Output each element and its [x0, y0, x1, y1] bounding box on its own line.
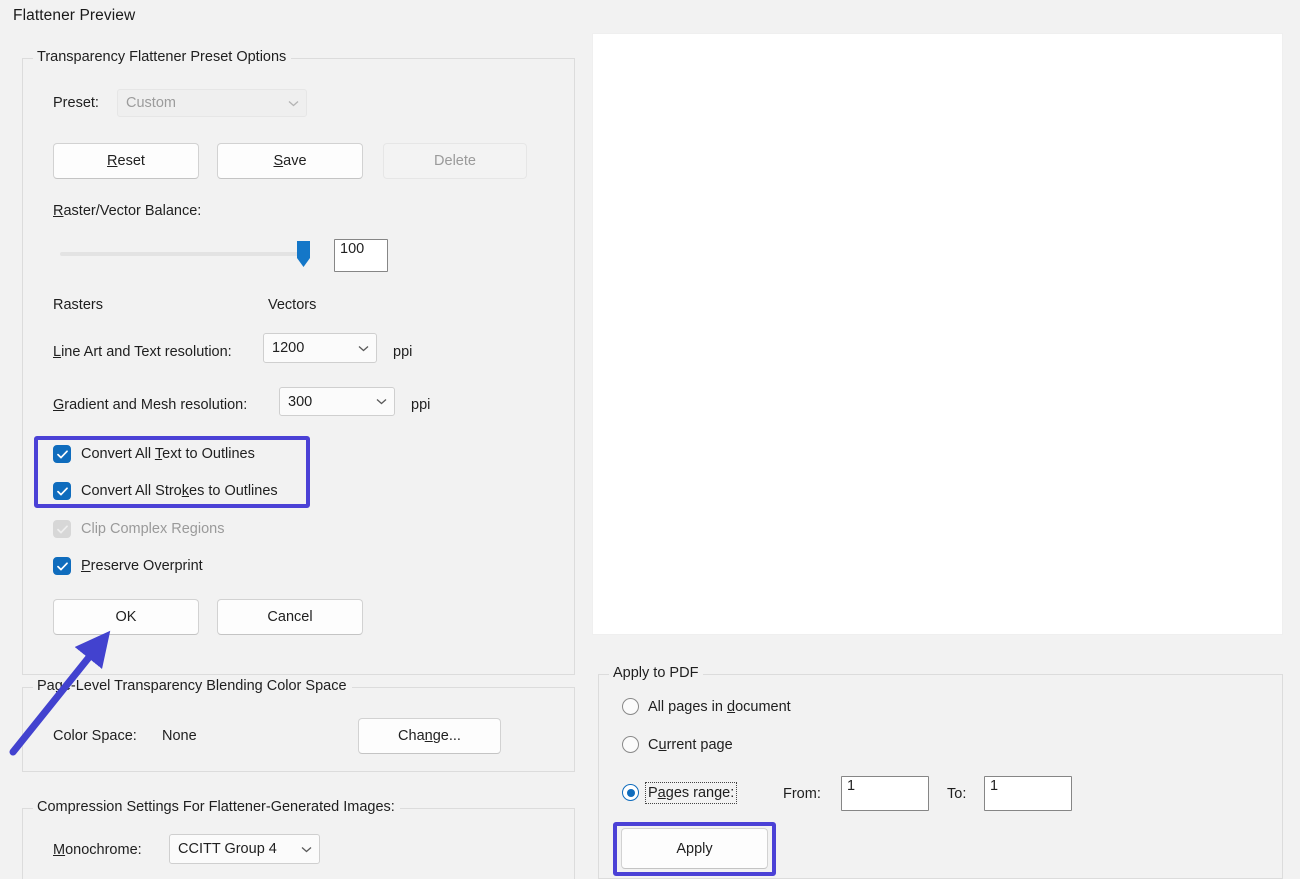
save-button[interactable]: Save	[217, 143, 363, 179]
radio-label: All pages in document	[648, 699, 791, 715]
raster-vector-slider-track[interactable]	[60, 252, 310, 256]
to-page-value: 1	[990, 779, 998, 795]
checkbox-convert-strokes-to-outlines[interactable]: Convert All Strokes to Outlines	[53, 482, 278, 500]
reset-button-label: Reset	[107, 153, 145, 169]
checkbox-label: Convert All Text to Outlines	[81, 446, 255, 462]
from-page-value: 1	[847, 779, 855, 795]
color-space-value: None	[162, 728, 197, 744]
line-art-resolution-dropdown[interactable]: 1200	[263, 333, 377, 363]
checkbox-clip-complex-regions[interactable]: Clip Complex Regions	[53, 520, 224, 538]
monochrome-dropdown[interactable]: CCITT Group 4	[169, 834, 320, 864]
chevron-down-icon	[293, 846, 319, 853]
gradient-mesh-resolution-dropdown[interactable]: 300	[279, 387, 395, 416]
radio-box	[622, 736, 639, 753]
checkbox-box	[53, 482, 71, 500]
radio-current-page[interactable]: Current page	[622, 736, 733, 753]
chevron-down-icon	[350, 345, 376, 352]
window-title: Flattener Preview	[13, 7, 135, 25]
line-art-resolution-unit: ppi	[393, 344, 412, 360]
compression-settings-legend: Compression Settings For Flattener-Gener…	[33, 799, 400, 815]
preset-options-legend: Transparency Flattener Preset Options	[33, 49, 291, 65]
from-label: From:	[783, 786, 821, 802]
apply-button[interactable]: Apply	[621, 828, 768, 869]
preset-label: Preset:	[53, 95, 99, 111]
blending-color-space-legend: Page-Level Transparency Blending Color S…	[33, 678, 352, 694]
preset-dropdown-value: Custom	[118, 95, 280, 111]
flattener-preview-window: Flattener Preview Transparency Flattener…	[0, 0, 1300, 879]
change-color-space-label: Change...	[398, 728, 461, 744]
checkbox-box	[53, 520, 71, 538]
delete-button-label: Delete	[434, 153, 476, 169]
radio-label: Current page	[648, 737, 733, 753]
slider-min-label: Rasters	[53, 297, 103, 313]
radio-box	[622, 784, 639, 801]
checkbox-label: Clip Complex Regions	[81, 521, 224, 537]
apply-to-pdf-legend: Apply to PDF	[609, 665, 703, 681]
checkbox-label: Preserve Overprint	[81, 558, 203, 574]
delete-button[interactable]: Delete	[383, 143, 527, 179]
raster-vector-balance-value: 100	[340, 242, 364, 258]
ok-button-label: OK	[116, 609, 137, 625]
pdf-preview-pane[interactable]	[592, 33, 1283, 635]
gradient-mesh-resolution-label: Gradient and Mesh resolution:	[53, 397, 247, 413]
cancel-button-label: Cancel	[267, 609, 312, 625]
slider-max-label: Vectors	[268, 297, 316, 313]
line-art-resolution-label: Line Art and Text resolution:	[53, 344, 232, 360]
to-page-input[interactable]: 1	[984, 776, 1072, 811]
checkbox-convert-text-to-outlines[interactable]: Convert All Text to Outlines	[53, 445, 255, 463]
checkbox-box	[53, 557, 71, 575]
from-page-input[interactable]: 1	[841, 776, 929, 811]
gradient-mesh-resolution-value: 300	[280, 394, 368, 410]
gradient-mesh-resolution-unit: ppi	[411, 397, 430, 413]
radio-pages-range[interactable]: Pages range:	[622, 784, 734, 801]
checkbox-label: Convert All Strokes to Outlines	[81, 483, 278, 499]
to-label: To:	[947, 786, 966, 802]
raster-vector-slider-thumb[interactable]	[297, 241, 310, 267]
chevron-down-icon	[280, 100, 306, 107]
monochrome-label: Monochrome:	[53, 842, 142, 858]
line-art-resolution-value: 1200	[264, 340, 350, 356]
chevron-down-icon	[368, 398, 394, 405]
raster-vector-balance-input[interactable]: 100	[334, 239, 388, 272]
radio-box	[622, 698, 639, 715]
preset-dropdown[interactable]: Custom	[117, 89, 307, 117]
checkbox-box	[53, 445, 71, 463]
save-button-label: Save	[273, 153, 306, 169]
monochrome-dropdown-value: CCITT Group 4	[170, 841, 293, 857]
ok-button[interactable]: OK	[53, 599, 199, 635]
checkbox-preserve-overprint[interactable]: Preserve Overprint	[53, 557, 203, 575]
cancel-button[interactable]: Cancel	[217, 599, 363, 635]
change-color-space-button[interactable]: Change...	[358, 718, 501, 754]
reset-button[interactable]: Reset	[53, 143, 199, 179]
apply-button-label: Apply	[676, 841, 712, 857]
color-space-label: Color Space:	[53, 728, 137, 744]
raster-vector-balance-label: Raster/Vector Balance:	[53, 203, 201, 219]
radio-all-pages-in-document[interactable]: All pages in document	[622, 698, 791, 715]
radio-label: Pages range:	[648, 785, 734, 801]
